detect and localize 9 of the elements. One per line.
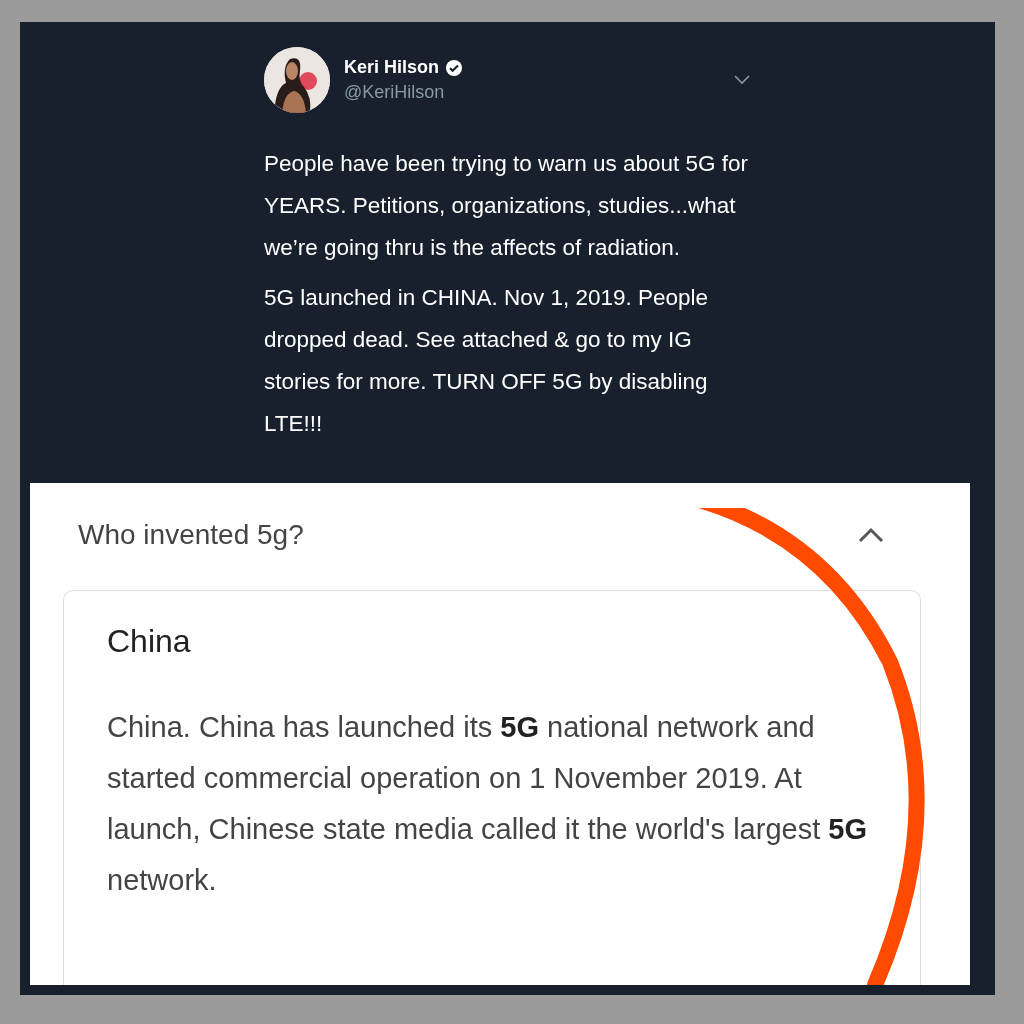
author-handle: @KeriHilson: [344, 82, 446, 103]
question-text[interactable]: Who invented 5g?: [78, 519, 304, 551]
tweet-text: 5G launched in CHINA. Nov 1, 2019. People dropped dead. See attached & go to my IG stories for more. TURN OFF 5G by disabling LTE!!!: [264, 284, 709, 438]
tweet-text: People have been trying to warn us about 5G for YEARS. Petitions, organizations, studies...what we’re going thru is the affects of radiation.: [264, 150, 750, 262]
caret-up-icon[interactable]: [858, 527, 884, 543]
answer-title: China: [107, 623, 192, 660]
author-name: Keri Hilson: [344, 57, 440, 78]
answer-text: China. China has launched its 5G national network and started commercial operation on 1 November 2019. At launch, Chinese state media called it the world's largest 5G network.: [107, 710, 868, 898]
chevron-down-icon[interactable]: [734, 75, 750, 85]
